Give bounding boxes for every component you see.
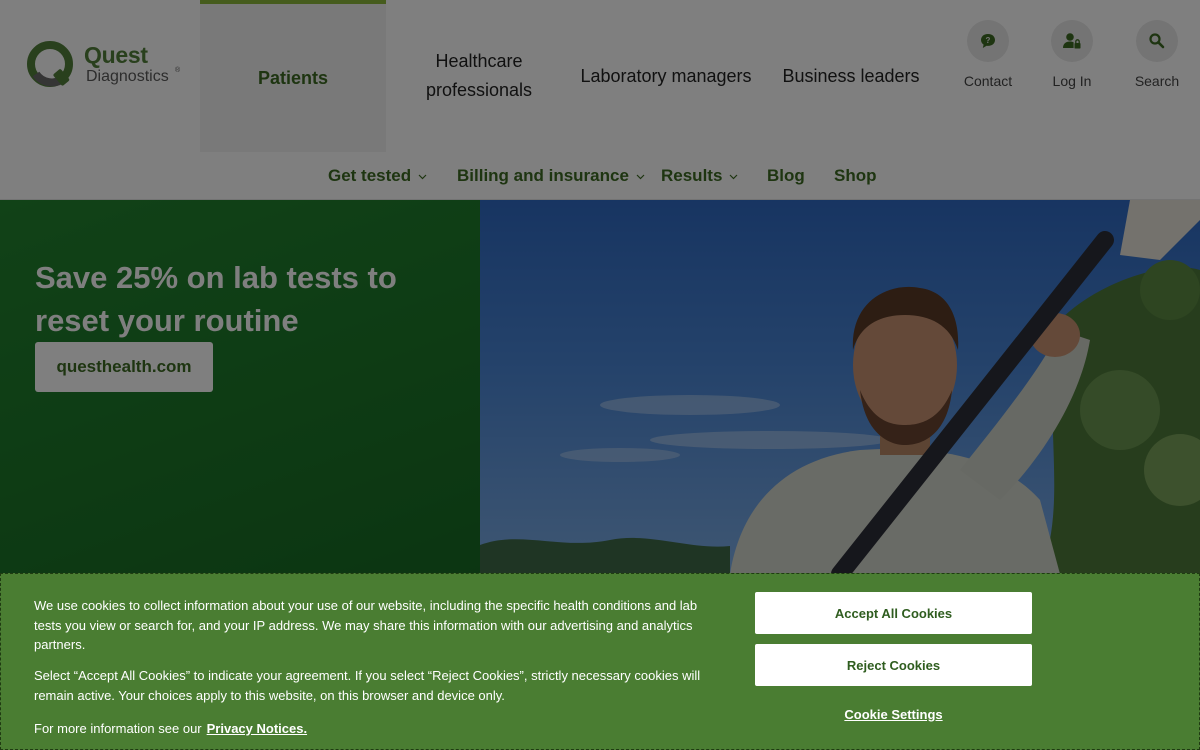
- cookie-text-more-info: For more information see our Privacy Noti…: [34, 719, 714, 739]
- accept-all-cookies-button[interactable]: Accept All Cookies: [755, 592, 1032, 634]
- cookie-text-choices: Select “Accept All Cookies” to indicate …: [34, 668, 701, 703]
- cookie-consent-banner: We use cookies to collect information ab…: [0, 573, 1200, 750]
- privacy-notices-link[interactable]: Privacy Notices.: [207, 721, 307, 736]
- cookie-text-collection: We use cookies to collect information ab…: [34, 598, 698, 652]
- reject-cookies-button[interactable]: Reject Cookies: [755, 644, 1032, 686]
- cookie-settings-link[interactable]: Cookie Settings: [755, 707, 1032, 722]
- cookie-more-info-label: For more information see our: [34, 721, 202, 736]
